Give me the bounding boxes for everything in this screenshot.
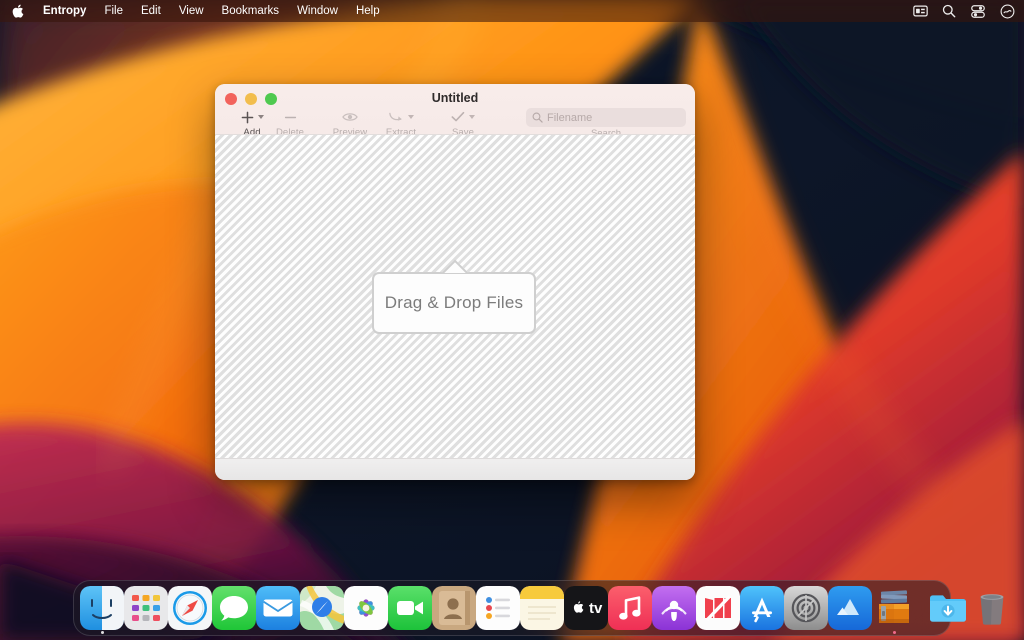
dock-item-entropy[interactable] [872, 580, 916, 636]
toolbar-save-icon-row [437, 108, 489, 126]
dock-item-system-settings[interactable] [784, 580, 828, 636]
window-toolbar: Add Delete Preview Extract Save Filename [215, 108, 695, 139]
dock-item-finder[interactable] [80, 580, 124, 636]
toolbar-extract-icon-row [373, 108, 429, 126]
siri-glyph [1000, 4, 1014, 18]
menu-item-file[interactable]: File [95, 0, 132, 22]
dock-item-podcasts[interactable] [652, 580, 696, 636]
checkmark-icon [451, 111, 465, 122]
extract-menu-chevron-down-icon[interactable] [408, 115, 414, 119]
news-icon [696, 586, 740, 630]
control-center-glyph [971, 4, 985, 18]
dock-item-photos[interactable] [344, 580, 388, 636]
menu-item-help[interactable]: Help [347, 0, 389, 22]
drag-drop-label: Drag & Drop Files [384, 293, 524, 312]
window-title: Untitled [431, 91, 479, 105]
drag-drop-notch [439, 257, 469, 273]
dock-item-trash[interactable] [970, 580, 1014, 636]
menu-bar-status-area [912, 0, 1024, 22]
appstore-icon [740, 586, 784, 630]
search-input[interactable]: Filename [526, 108, 686, 127]
dock-item-reminders[interactable] [476, 580, 520, 636]
spotlight-search-icon[interactable] [941, 4, 957, 19]
reminders-icon [476, 586, 520, 630]
launchpad-icon [124, 586, 168, 630]
save-menu-chevron-down-icon[interactable] [469, 115, 475, 119]
apple-logo-icon[interactable] [0, 0, 34, 22]
bluejeans-icon [828, 586, 872, 630]
screen-mirroring-icon[interactable] [912, 4, 928, 19]
dock-item-notes[interactable] [520, 580, 564, 636]
screen-mirroring-glyph [912, 5, 928, 17]
dock-item-contacts[interactable] [432, 580, 476, 636]
spotlight-glyph [942, 4, 956, 18]
photos-icon [344, 586, 388, 630]
messages-icon [212, 586, 256, 630]
menu-bar: Entropy File Edit View Bookmarks Window … [0, 0, 1024, 22]
siri-icon[interactable] [999, 4, 1015, 19]
appletv-icon: tv [564, 586, 608, 630]
notes-icon [520, 586, 564, 630]
add-menu-chevron-down-icon[interactable] [257, 115, 264, 119]
finder-running-indicator [100, 631, 104, 634]
window-status-bar [215, 458, 695, 480]
contacts-icon [432, 586, 476, 630]
extract-arrow-icon [389, 112, 402, 121]
dock-item-facetime[interactable] [388, 580, 432, 636]
eye-icon [342, 113, 358, 121]
minus-icon [284, 116, 296, 118]
dock-item-downloads-folder[interactable] [926, 580, 970, 636]
menu-item-entropy[interactable]: Entropy [34, 0, 95, 22]
dock-item-mail[interactable] [256, 580, 300, 636]
plus-icon [241, 111, 253, 123]
magnifier-icon [532, 112, 543, 123]
search-placeholder: Filename [547, 111, 593, 124]
podcasts-icon [652, 586, 696, 630]
music-icon [608, 586, 652, 630]
maps-icon [300, 586, 344, 630]
finder-icon [80, 586, 124, 630]
dock-item-appstore[interactable] [740, 580, 784, 636]
dock: tv [73, 580, 1004, 636]
dock-item-news[interactable] [696, 580, 740, 636]
menu-item-edit[interactable]: Edit [132, 0, 170, 22]
dock-item-launchpad[interactable] [124, 580, 168, 636]
downloads-folder-icon [930, 595, 966, 622]
menu-bar-left: Entropy File Edit View Bookmarks Window … [0, 0, 389, 22]
menu-item-view[interactable]: View [170, 0, 213, 22]
entropy-icon [879, 590, 909, 623]
control-center-icon[interactable] [970, 4, 986, 19]
apple-logo-glyph [12, 4, 24, 18]
drag-drop-callout[interactable]: Drag & Drop Files [372, 272, 536, 334]
menu-item-window[interactable]: Window [288, 0, 347, 22]
dock-item-safari[interactable] [168, 580, 212, 636]
menu-item-bookmarks[interactable]: Bookmarks [213, 0, 289, 22]
system-settings-icon [784, 586, 828, 630]
dock-item-bluejeans[interactable] [828, 580, 872, 636]
window-titlebar[interactable]: Untitled Add Delete Preview Extract Save… [215, 84, 695, 139]
mail-icon [256, 586, 300, 630]
dock-item-maps[interactable] [300, 580, 344, 636]
facetime-icon [388, 586, 432, 630]
trash-icon [980, 594, 1004, 625]
entropy-running-indicator [892, 631, 896, 634]
svg-text:tv: tv [589, 600, 603, 617]
safari-icon [168, 586, 212, 630]
dock-item-music[interactable] [608, 580, 652, 636]
drag-drop-bubble: Drag & Drop Files [372, 272, 536, 334]
toolbar-delete-icon-row [267, 108, 313, 126]
dock-item-appletv[interactable]: tv [564, 580, 608, 636]
toolbar-preview-icon-row [327, 108, 373, 126]
dock-item-messages[interactable] [212, 580, 256, 636]
